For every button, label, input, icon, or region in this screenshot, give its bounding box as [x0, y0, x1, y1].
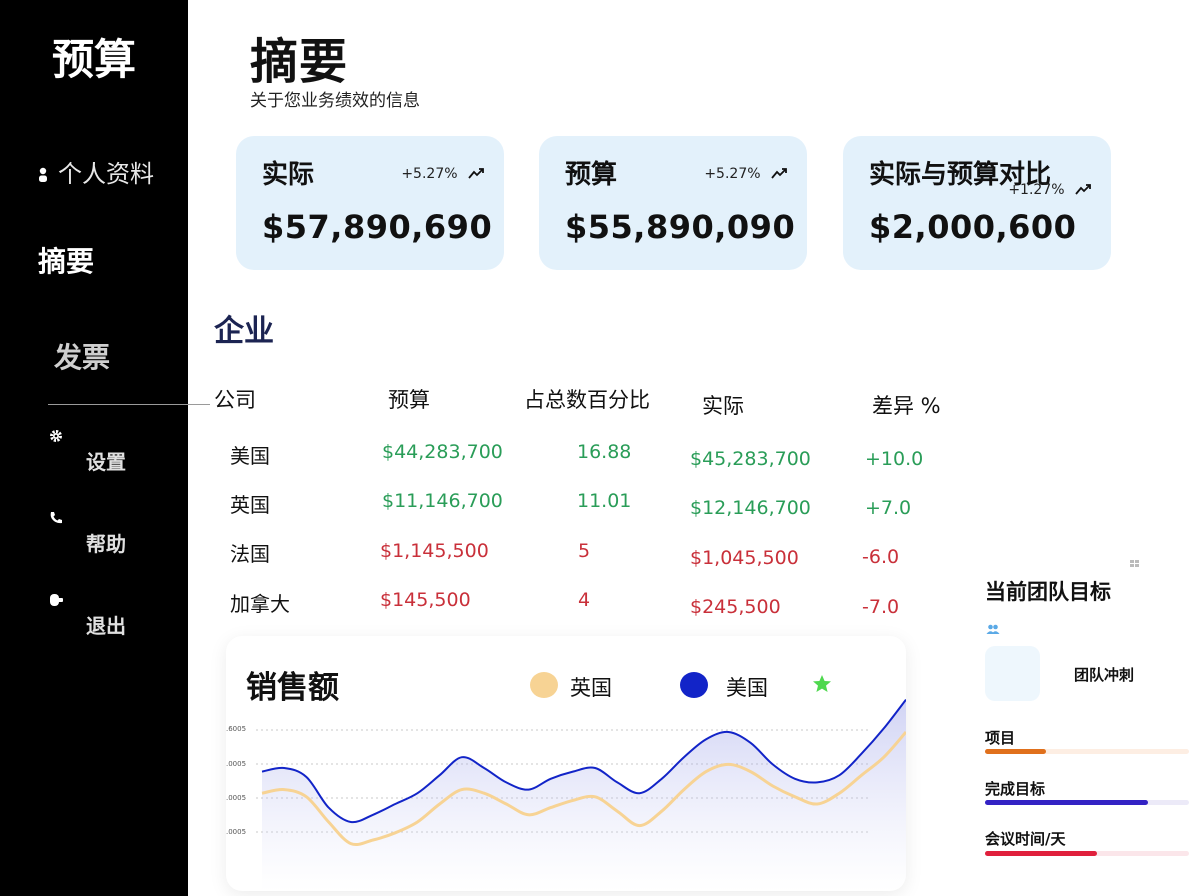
- card-change-value: +1.27%: [1008, 182, 1065, 198]
- goal-track-completed: [985, 800, 1189, 805]
- col-actual: 实际: [702, 394, 744, 418]
- gear-icon: [50, 430, 62, 442]
- row-1-actual: $45,283,700: [690, 448, 811, 470]
- sidebar: 预算 个人资料 摘要 发票 设置 帮助 退出: [0, 0, 188, 896]
- goal-track-projects: [985, 749, 1189, 754]
- page-subtitle: 关于您业务绩效的信息: [250, 91, 420, 111]
- row-1-percent: 16.88: [577, 441, 632, 463]
- row-2-variance: +7.0: [865, 497, 912, 519]
- card-value: $2,000,600: [869, 208, 1077, 246]
- team-icon: [986, 624, 1000, 634]
- nav-divider: [48, 404, 210, 405]
- nav-profile-label: 个人资料: [58, 160, 154, 188]
- settings-label: 设置: [86, 450, 126, 474]
- col-variance: 差异 %: [872, 394, 941, 418]
- row-2-percent: 11.01: [577, 490, 632, 512]
- page-title: 摘要: [250, 34, 349, 90]
- kpi-card-actual: 实际 +5.27% $57,890,690: [236, 136, 504, 270]
- row-2-company: 英国: [230, 493, 270, 517]
- row-4-variance: -7.0: [862, 596, 900, 618]
- series-area-us: [262, 699, 906, 891]
- col-company: 公司: [214, 388, 256, 412]
- person-icon: [39, 167, 47, 182]
- goal-fill-meetings: [985, 851, 1098, 856]
- brand-title: 预算: [51, 35, 136, 84]
- card-label: 预算: [565, 160, 618, 190]
- card-change-value: +5.27%: [401, 166, 458, 182]
- phone-icon: [50, 512, 62, 524]
- goal-track-meetings: [985, 851, 1189, 856]
- card-label: 实际: [262, 160, 315, 190]
- row-3-actual: $1,045,500: [690, 547, 799, 569]
- row-3-percent: 5: [578, 540, 591, 562]
- trend-up-icon: [771, 168, 787, 179]
- row-1-variance: +10.0: [865, 448, 924, 470]
- nav-settings[interactable]: 设置: [48, 428, 188, 474]
- row-4-company: 加拿大: [230, 592, 290, 616]
- row-3-company: 法国: [230, 542, 270, 566]
- trend-up-icon: [468, 168, 484, 179]
- team-sprint-thumbnail[interactable]: [985, 646, 1040, 701]
- trend-up-icon: [1075, 184, 1091, 195]
- nav-profile[interactable]: 个人资料: [38, 154, 154, 189]
- sales-card: 销售额 英国 美国 .6005 .0005 .0005 .0005: [226, 636, 906, 891]
- kpi-card-actual-vs-budget: 实际与预算对比 +1.27% $2,000,600: [843, 136, 1111, 270]
- kpi-card-budget: 预算 +5.27% $55,890,090: [539, 136, 807, 270]
- grid-icon[interactable]: [1130, 560, 1140, 568]
- col-percent: 占总数百分比: [524, 388, 650, 412]
- card-change: +5.27%: [401, 166, 486, 182]
- goal-fill-completed: [985, 800, 1149, 805]
- card-change: +1.27%: [1008, 182, 1093, 198]
- col-budget: 预算: [388, 388, 430, 412]
- goal-label-projects: 项目: [985, 729, 1016, 747]
- card-value: $57,890,690: [262, 208, 493, 246]
- row-4-actual: $245,500: [690, 596, 781, 618]
- companies-title: 企业: [214, 314, 274, 349]
- nav-summary[interactable]: 摘要: [38, 240, 94, 280]
- row-3-budget: $1,145,500: [380, 540, 489, 562]
- nav-help[interactable]: 帮助: [48, 510, 188, 556]
- row-1-budget: $44,283,700: [382, 441, 503, 463]
- card-change-value: +5.27%: [704, 166, 761, 182]
- team-sprint-label: 团队冲刺: [1074, 666, 1135, 684]
- sales-line-chart: [256, 698, 906, 891]
- row-2-budget: $11,146,700: [382, 490, 503, 512]
- row-4-budget: $145,500: [380, 589, 471, 611]
- nav-logout[interactable]: 退出: [48, 592, 188, 638]
- card-change: +5.27%: [704, 166, 789, 182]
- row-3-variance: -6.0: [862, 546, 900, 568]
- team-goals-title: 当前团队目标: [985, 580, 1111, 604]
- goal-label-completed: 完成目标: [985, 780, 1046, 798]
- row-1-company: 美国: [230, 444, 270, 468]
- nav-invoice[interactable]: 发票: [54, 336, 110, 376]
- goal-label-meetings: 会议时间/天: [985, 830, 1066, 848]
- row-4-percent: 4: [578, 589, 591, 611]
- logout-icon: [50, 594, 63, 606]
- series-layer: [261, 698, 906, 891]
- row-2-actual: $12,146,700: [690, 497, 811, 519]
- logout-label: 退出: [86, 614, 126, 638]
- card-value: $55,890,090: [565, 208, 796, 246]
- help-label: 帮助: [86, 532, 126, 556]
- goal-fill-projects: [985, 749, 1047, 754]
